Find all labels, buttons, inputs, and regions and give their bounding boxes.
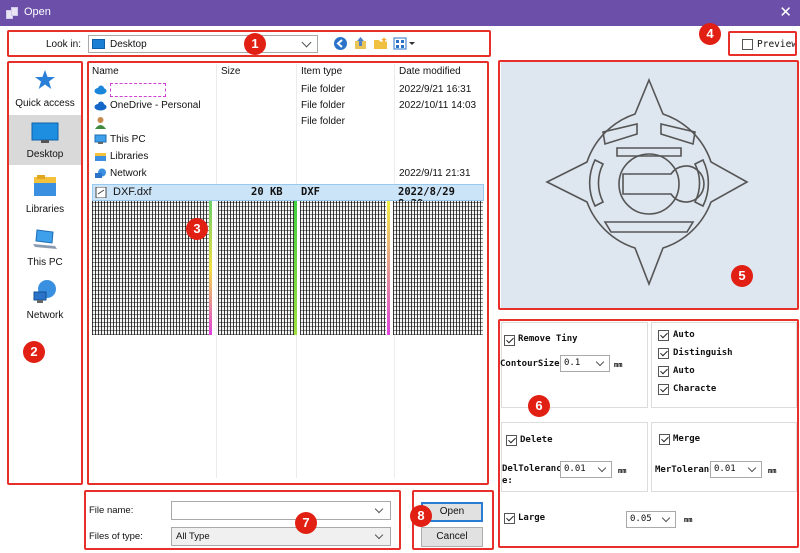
annotation-badge-6: 6 (528, 395, 550, 417)
annotation-badge-2: 2 (23, 341, 45, 363)
app-icon (6, 7, 18, 19)
annotation-badge-7: 7 (295, 512, 317, 534)
annotation-box-5 (498, 60, 799, 310)
title-bar: Open ✕ (0, 0, 800, 26)
annotation-box-7 (84, 490, 401, 550)
annotation-badge-1: 1 (244, 33, 266, 55)
annotation-badge-5: 5 (731, 265, 753, 287)
annotation-badge-3: 3 (186, 218, 208, 240)
annotation-badge-8: 8 (410, 505, 432, 527)
annotation-badge-4: 4 (699, 23, 721, 45)
annotation-box-6 (498, 319, 799, 548)
annotation-box-2 (7, 61, 83, 485)
close-button[interactable]: ✕ (779, 3, 792, 21)
annotation-box-4 (728, 31, 797, 56)
window-title: Open (24, 6, 51, 18)
annotation-box-3 (87, 61, 489, 485)
